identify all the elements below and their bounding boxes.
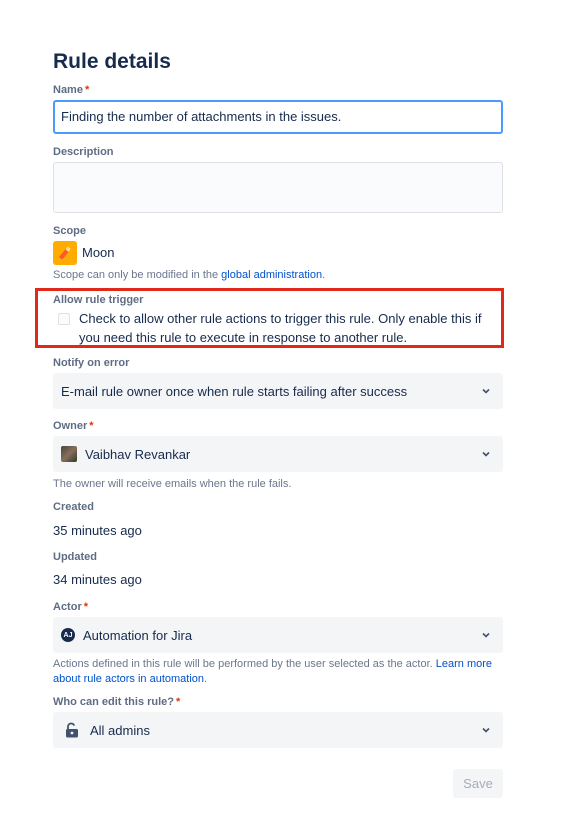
notify-label: Notify on error [53, 357, 130, 369]
actor-select[interactable]: AJ Automation for Jira [53, 617, 503, 653]
scope-help: Scope can only be modified in the global… [53, 269, 326, 281]
actor-help: Actions defined in this rule will be per… [53, 658, 493, 685]
allow-trigger-label: Allow rule trigger [53, 294, 144, 306]
description-textarea[interactable] [53, 162, 503, 213]
chevron-down-icon [482, 632, 490, 638]
global-administration-link[interactable]: global administration [221, 269, 322, 281]
created-label: Created [53, 501, 94, 513]
scope-label: Scope [53, 225, 87, 237]
allow-trigger-text: Check to allow other rule actions to tri… [79, 311, 482, 345]
description-label: Description [53, 146, 114, 158]
scope-value: Moon [82, 245, 115, 260]
unlock-icon [66, 722, 78, 738]
owner-value: Vaibhav Revankar [85, 446, 191, 462]
chevron-down-icon [482, 727, 490, 733]
editors-label: Who can edit this rule? * [53, 696, 181, 708]
editors-value: All admins [90, 722, 150, 738]
page-title: Rule details [53, 50, 171, 73]
user-avatar [61, 446, 77, 462]
owner-select[interactable]: Vaibhav Revankar [53, 436, 503, 472]
save-button[interactable]: Save [453, 769, 503, 798]
updated-value: 34 minutes ago [53, 572, 142, 587]
created-value: 35 minutes ago [53, 523, 142, 538]
automation-avatar-icon: AJ [61, 628, 75, 642]
owner-label: Owner * [53, 420, 94, 432]
updated-label: Updated [53, 551, 97, 563]
notify-select[interactable]: E-mail rule owner once when rule starts … [53, 373, 503, 409]
editors-select[interactable]: All admins [53, 712, 503, 748]
chevron-down-icon [482, 451, 490, 457]
project-avatar-icon [53, 241, 77, 265]
actor-label: Actor * [53, 601, 89, 613]
notify-value: E-mail rule owner once when rule starts … [61, 383, 408, 399]
allow-trigger-checkbox[interactable] [58, 313, 70, 325]
chevron-down-icon [482, 388, 490, 394]
actor-value: Automation for Jira [83, 627, 193, 643]
name-label: Name * [53, 84, 90, 96]
name-input[interactable]: Finding the number of attachments in the… [53, 100, 503, 134]
owner-help: The owner will receive emails when the r… [53, 478, 292, 490]
